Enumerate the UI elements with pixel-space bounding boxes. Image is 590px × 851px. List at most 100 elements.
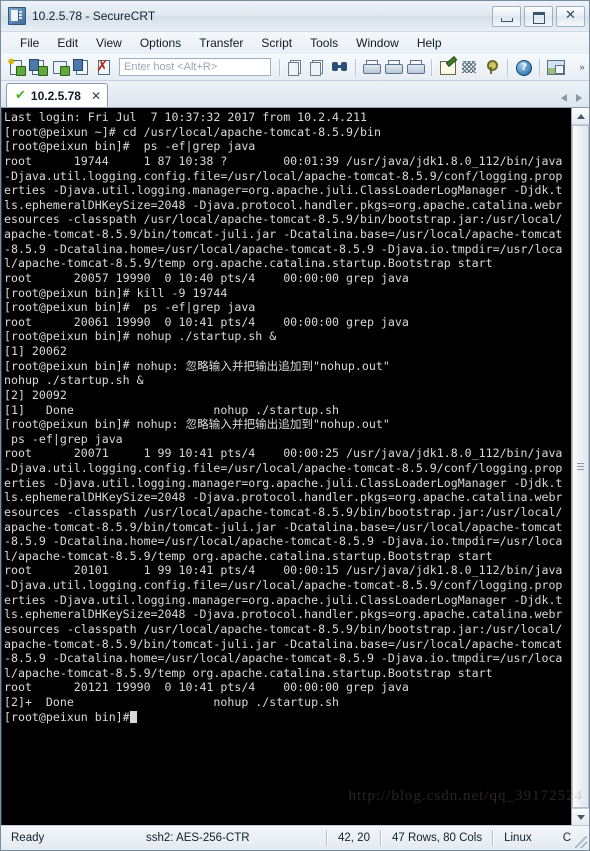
status-emulation: Linux [504,832,532,844]
tab-label: 10.2.5.78 [30,88,81,103]
terminal-line: [2] 20092 [4,387,67,402]
print-screen-icon[interactable] [405,57,426,77]
terminal-line: erties -Djava.util.logging.manager=org.a… [4,183,563,198]
status-cursor-position: 42, 20 [338,832,370,844]
terminal-line: [root@peixun bin]# ps -ef|grep java [4,300,256,315]
window-controls: ✕ [492,5,585,27]
terminal-output[interactable]: Last login: Fri Jul 7 10:37:32 2017 from… [2,108,571,825]
menu-help[interactable]: Help [408,34,451,52]
disconnect-icon[interactable]: ✗ [94,57,115,77]
toolbar-separator [431,58,433,76]
connect-sftp-icon[interactable] [28,57,49,77]
terminal-line: l/apache-tomcat-8.5.9/temp org.apache.ca… [4,256,493,271]
maximize-button[interactable] [524,5,553,27]
tab-next-icon[interactable] [576,94,582,102]
terminal-line: [root@peixun bin]# ps -ef|grep java [4,139,256,154]
chevron-down-icon [576,814,585,820]
menu-options[interactable]: Options [131,34,190,52]
menu-tools[interactable]: Tools [301,34,347,52]
terminal-line: Last login: Fri Jul 7 10:37:32 2017 from… [4,110,367,124]
close-button[interactable]: ✕ [556,5,585,27]
terminal-line: nohup ./startup.sh & [4,373,144,388]
terminal-line: -Djava.util.logging.config.file=/usr/loc… [4,578,563,592]
new-session-icon[interactable]: ✸ [6,57,27,77]
connected-check-icon: ✔ [15,87,26,103]
window-title: 10.2.5.78 - SecureCRT [32,9,156,23]
minimize-icon [501,17,513,22]
terminal-line: esources -classpath /usr/local/apache-to… [4,621,563,636]
menu-transfer[interactable]: Transfer [190,34,252,52]
transfer-window-icon[interactable] [545,57,566,77]
scrollbar-track[interactable] [572,125,589,808]
reconnect-icon[interactable] [72,57,93,77]
terminal-line: [2]+ Done nohup ./startup.sh [4,695,340,709]
terminal-line: [root@peixun bin]# [4,710,571,725]
menu-edit[interactable]: Edit [48,34,87,52]
scroll-up-button[interactable] [572,108,589,125]
minimize-button[interactable] [492,5,521,27]
tab-10-2-5-78[interactable]: ✔ 10.2.5.78 ✕ [6,83,109,107]
toolbar-overflow-button[interactable]: » [577,63,587,72]
terminal-line: [1] 20062 [4,344,67,358]
terminal-area: Last login: Fri Jul 7 10:37:32 2017 from… [1,108,589,825]
maximize-icon [533,11,545,24]
toolbar: ✸ ✗ Enter host <Alt+R> ? » [1,54,589,81]
terminal-line: -Djava.util.logging.config.file=/usr/loc… [4,461,563,475]
terminal-line: root 20101 1 99 10:41 pts/4 00:00:15 /us… [4,563,563,578]
terminal-line: ls.ephemeralDHKeySize=2048 -Djava.protoc… [4,197,563,212]
terminal-line: l/apache-tomcat-8.5.9/temp org.apache.ca… [4,548,493,563]
print-selection-icon[interactable] [383,57,404,77]
terminal-cursor [129,710,137,723]
tab-nav [561,94,589,107]
terminal-line: [1] Done nohup ./startup.sh [4,402,340,417]
terminal-line: ps -ef|grep java [4,431,123,446]
resize-grip-icon[interactable] [575,836,587,848]
tab-close-icon[interactable]: ✕ [91,90,101,102]
host-input[interactable]: Enter host <Alt+R> [119,58,271,76]
terminal-line: [root@peixun bin]# kill -9 19744 [4,285,228,300]
terminal-line: erties -Djava.util.logging.manager=org.a… [4,592,563,607]
terminal-line: esources -classpath /usr/local/apache-to… [4,212,563,227]
menu-bar: File Edit View Options Transfer Script T… [1,32,589,54]
toolbar-separator [279,58,281,76]
title-bar: 10.2.5.78 - SecureCRT ✕ [1,1,589,32]
find-icon[interactable] [329,57,350,77]
scrollbar-thumb[interactable] [572,125,589,808]
terminal-line: ls.ephemeralDHKeySize=2048 -Djava.protoc… [4,607,563,622]
toolbar-separator [507,58,509,76]
chevron-up-icon [576,113,585,119]
menu-view[interactable]: View [87,34,131,52]
terminal-line: root 20061 19990 0 10:41 pts/4 00:00:00 … [4,314,409,329]
terminal-scrollbar[interactable] [571,108,589,825]
copy-icon[interactable] [285,57,306,77]
paste-icon[interactable] [307,57,328,77]
status-cipher: ssh2: AES-256-CTR [146,832,250,844]
terminal-line: [root@peixun bin]# nohup ./startup.sh & [4,329,277,344]
terminal-line: apache-tomcat-8.5.9/bin/tomcat-juli.jar … [4,519,563,534]
key-manager-icon[interactable] [481,57,502,77]
status-screen-size: 47 Rows, 80 Cols [391,832,483,844]
terminal-line: erties -Djava.util.logging.manager=org.a… [4,475,563,490]
status-ready: Ready [11,832,45,844]
terminal-line: -8.5.9 -Dcatalina.home=/usr/local/apache… [4,241,563,256]
toolbar-separator [539,58,541,76]
terminal-line: esources -classpath /usr/local/apache-to… [4,504,563,519]
terminal-line: [root@peixun bin]# nohup: 忽略输入并把输出追加到"no… [4,417,390,432]
menu-file[interactable]: File [11,34,48,52]
toolbar-separator [355,58,357,76]
terminal-line: root 20121 19990 0 10:41 pts/4 00:00:00 … [4,680,409,695]
terminal-line: -Djava.util.logging.config.file=/usr/loc… [4,168,563,183]
securecrt-icon [8,7,26,25]
menu-script[interactable]: Script [252,34,301,52]
menu-window[interactable]: Window [347,34,408,52]
session-options-icon[interactable] [459,57,480,77]
help-icon[interactable]: ? [513,57,534,77]
log-session-icon[interactable] [437,56,458,77]
terminal-line: -8.5.9 -Dcatalina.home=/usr/local/apache… [4,534,563,549]
scrollbar-grip-icon [577,462,584,470]
close-icon: ✕ [565,7,576,23]
tab-prev-icon[interactable] [561,94,567,102]
print-icon[interactable] [361,57,382,77]
connect-local-shell-icon[interactable] [50,57,71,77]
scroll-down-button[interactable] [572,808,589,825]
